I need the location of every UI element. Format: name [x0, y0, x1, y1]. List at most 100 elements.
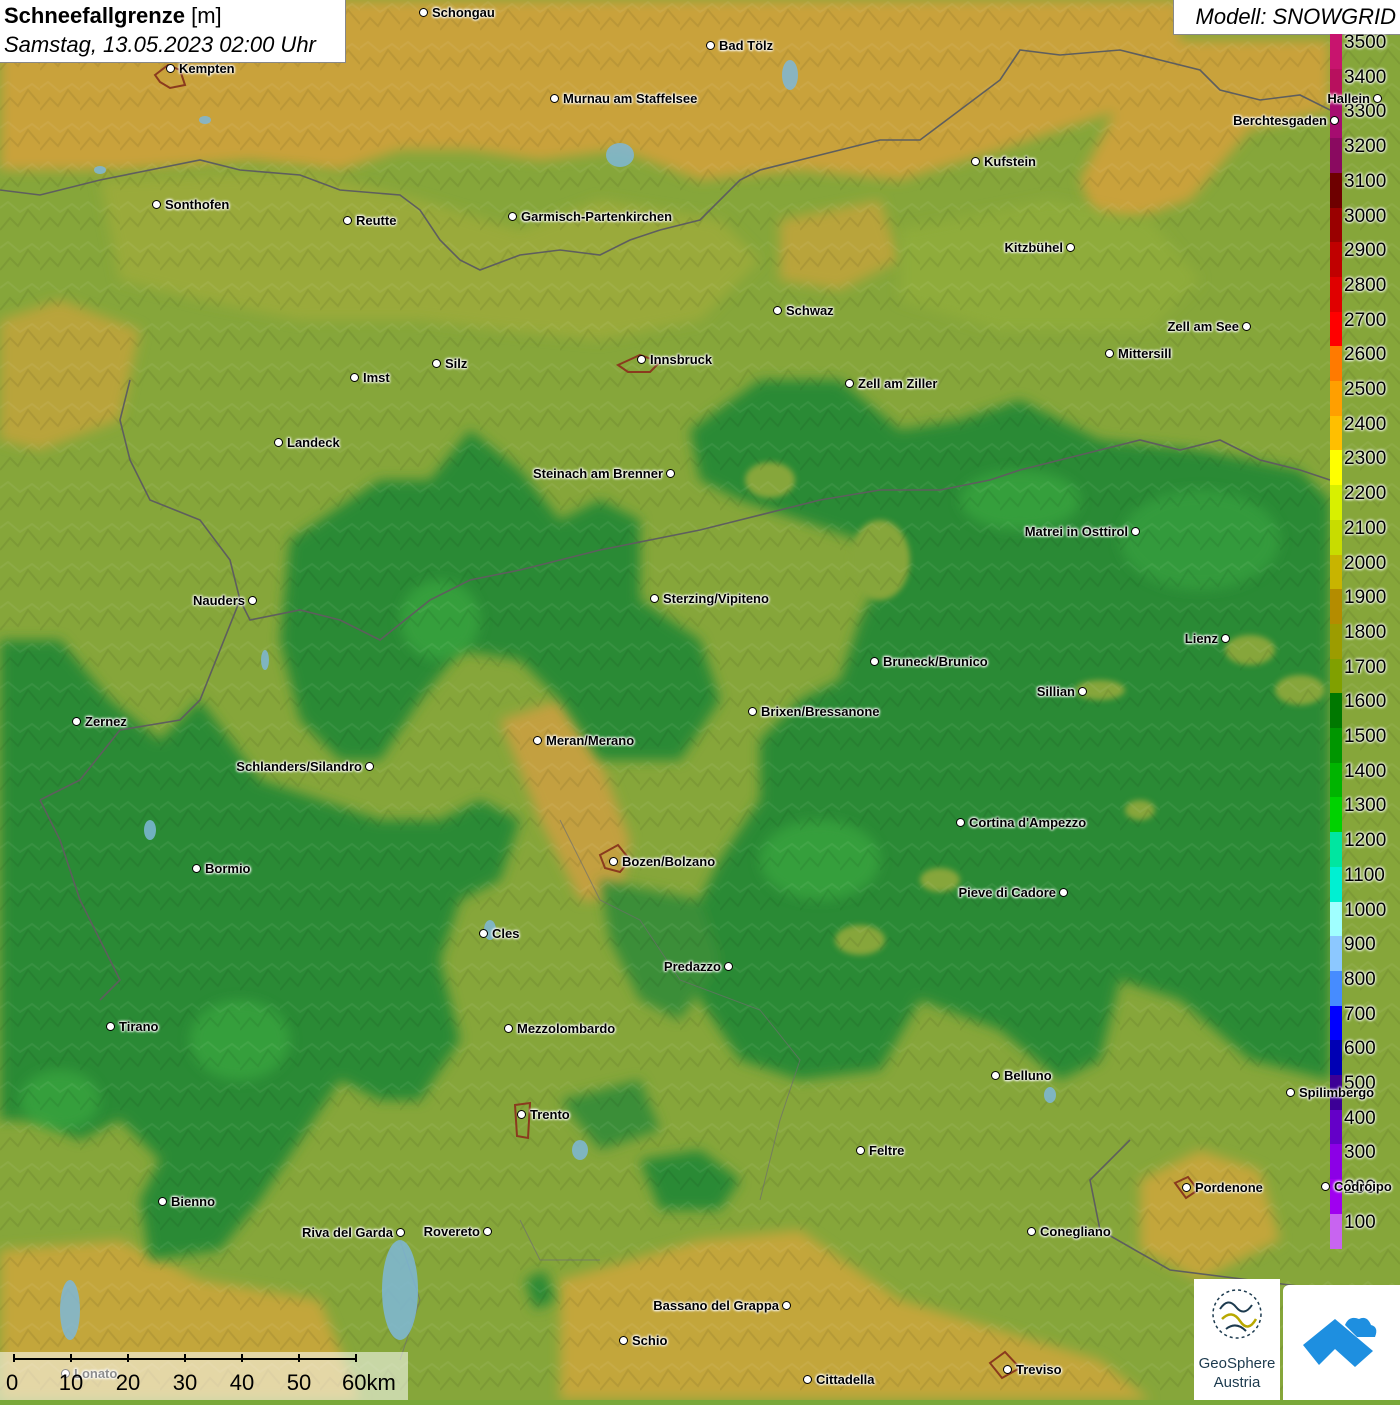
city-marker-bormio	[192, 864, 201, 873]
city-marker-treviso	[1003, 1365, 1012, 1374]
city-label-codroipo[interactable]: Codroipo	[1334, 1179, 1392, 1194]
city-label-silz[interactable]: Silz	[445, 356, 467, 371]
city-marker-bienno	[158, 1197, 167, 1206]
city-label-bozen-bolzano[interactable]: Bozen/Bolzano	[622, 854, 715, 869]
city-marker-sterzing-vipiteno	[650, 594, 659, 603]
city-label-matrei-in-osttirol[interactable]: Matrei in Osttirol	[1025, 524, 1128, 539]
city-label-cortina-d-ampezzo[interactable]: Cortina d'Ampezzo	[969, 815, 1086, 830]
city-marker-spilimbergo	[1286, 1088, 1295, 1097]
city-marker-garmisch-partenkirchen	[508, 212, 517, 221]
city-label-treviso[interactable]: Treviso	[1016, 1362, 1062, 1377]
city-label-lienz[interactable]: Lienz	[1185, 631, 1218, 646]
city-label-innsbruck[interactable]: Innsbruck	[650, 352, 712, 367]
city-label-kempten[interactable]: Kempten	[179, 61, 235, 76]
city-label-tirano[interactable]: Tirano	[119, 1019, 159, 1034]
legend-label-3400: 3400	[1344, 66, 1387, 88]
city-label-garmisch-partenkirchen[interactable]: Garmisch-Partenkirchen	[521, 209, 672, 224]
legend-color-2900	[1330, 242, 1342, 278]
city-marker-schwaz	[773, 306, 782, 315]
city-label-nauders[interactable]: Nauders	[193, 593, 245, 608]
legend-label-3000: 3000	[1344, 205, 1387, 227]
city-label-conegliano[interactable]: Conegliano	[1040, 1224, 1111, 1239]
city-marker-pordenone	[1182, 1183, 1191, 1192]
city-label-kitzb-hel[interactable]: Kitzbühel	[1005, 240, 1064, 255]
legend-color-3000	[1330, 207, 1342, 243]
city-marker-pieve-di-cadore	[1059, 888, 1068, 897]
legend-color-2700	[1330, 311, 1342, 347]
city-label-sonthofen[interactable]: Sonthofen	[165, 197, 229, 212]
legend-label-2500: 2500	[1344, 379, 1387, 400]
app-logo[interactable]	[1283, 1285, 1400, 1400]
city-marker-sonthofen	[152, 200, 161, 209]
city-label-berchtesgaden[interactable]: Berchtesgaden	[1233, 113, 1327, 128]
legend-label-900: 900	[1344, 934, 1376, 956]
city-label-reutte[interactable]: Reutte	[356, 213, 396, 228]
city-label-rovereto[interactable]: Rovereto	[424, 1224, 480, 1239]
legend-color-2800	[1330, 276, 1342, 313]
scale-tick	[184, 1354, 186, 1362]
city-label-brixen-bressanone[interactable]: Brixen/Bressanone	[761, 704, 880, 719]
city-label-feltre[interactable]: Feltre	[869, 1143, 904, 1158]
city-label-schongau[interactable]: Schongau	[432, 5, 495, 20]
legend-color-2600	[1330, 346, 1342, 382]
legend-label-2300: 2300	[1344, 448, 1387, 470]
city-label-bad-t-lz[interactable]: Bad Tölz	[719, 38, 773, 53]
legend-label-1600: 1600	[1344, 691, 1387, 713]
title-panel: Schneefallgrenze [m] Samstag, 13.05.2023…	[0, 0, 346, 63]
city-label-riva-del-garda[interactable]: Riva del Garda	[302, 1225, 393, 1240]
city-marker-landeck	[274, 438, 283, 447]
city-label-meran-merano[interactable]: Meran/Merano	[546, 733, 634, 748]
city-marker-schongau	[419, 8, 428, 17]
city-label-bassano-del-grappa[interactable]: Bassano del Grappa	[653, 1298, 779, 1313]
city-marker-matrei-in-osttirol	[1131, 527, 1140, 536]
city-label-schio[interactable]: Schio	[632, 1333, 667, 1348]
city-label-cittadella[interactable]: Cittadella	[816, 1372, 875, 1387]
city-label-murnau-am-staffelsee[interactable]: Murnau am Staffelsee	[563, 91, 697, 106]
city-label-bruneck-brunico[interactable]: Bruneck/Brunico	[883, 654, 988, 669]
geosphere-logo[interactable]: GeoSphere Austria	[1194, 1279, 1280, 1400]
city-marker-steinach-am-brenner	[666, 469, 675, 478]
legend-color-300	[1330, 1144, 1342, 1180]
city-label-cles[interactable]: Cles	[492, 926, 519, 941]
city-label-hallein[interactable]: Hallein	[1327, 91, 1370, 106]
legend-color-3500	[1330, 34, 1342, 70]
city-label-zell-am-ziller[interactable]: Zell am Ziller	[858, 376, 937, 391]
city-label-pordenone[interactable]: Pordenone	[1195, 1180, 1263, 1195]
city-label-zell-am-see[interactable]: Zell am See	[1167, 319, 1239, 334]
city-label-imst[interactable]: Imst	[363, 370, 390, 385]
legend-color-1000	[1330, 901, 1342, 937]
city-label-schwaz[interactable]: Schwaz	[786, 303, 834, 318]
city-marker-kitzb-hel	[1066, 243, 1075, 252]
city-marker-silz	[432, 359, 441, 368]
city-label-mittersill[interactable]: Mittersill	[1118, 346, 1171, 361]
scale-label-60km: 60km	[342, 1370, 396, 1395]
city-label-predazzo[interactable]: Predazzo	[664, 959, 721, 974]
city-label-pieve-di-cadore[interactable]: Pieve di Cadore	[958, 885, 1056, 900]
city-label-mezzolombardo[interactable]: Mezzolombardo	[517, 1021, 615, 1036]
legend-label-1300: 1300	[1344, 795, 1387, 817]
legend-label-2200: 2200	[1344, 483, 1387, 505]
city-label-landeck[interactable]: Landeck	[287, 435, 340, 450]
city-label-zernez[interactable]: Zernez	[85, 714, 127, 729]
title-unit: [m]	[191, 3, 222, 28]
city-label-schlanders-silandro[interactable]: Schlanders/Silandro	[236, 759, 362, 774]
city-marker-innsbruck	[637, 355, 646, 364]
legend-label-300: 300	[1344, 1142, 1376, 1164]
legend-color-600	[1330, 1040, 1342, 1076]
city-label-sterzing-vipiteno[interactable]: Sterzing/Vipiteno	[663, 591, 769, 606]
city-label-trento[interactable]: Trento	[530, 1107, 570, 1122]
city-label-bormio[interactable]: Bormio	[205, 861, 251, 876]
city-marker-zernez	[72, 717, 81, 726]
city-label-belluno[interactable]: Belluno	[1004, 1068, 1052, 1083]
city-marker-predazzo	[724, 962, 733, 971]
city-marker-rovereto	[483, 1227, 492, 1236]
city-label-bienno[interactable]: Bienno	[171, 1194, 215, 1209]
city-label-sillian[interactable]: Sillian	[1037, 684, 1075, 699]
city-label-steinach-am-brenner[interactable]: Steinach am Brenner	[533, 466, 663, 481]
city-marker-riva-del-garda	[396, 1228, 405, 1237]
city-label-spilimbergo[interactable]: Spilimbergo	[1299, 1085, 1374, 1100]
city-marker-zell-am-see	[1242, 322, 1251, 331]
city-label-kufstein[interactable]: Kufstein	[984, 154, 1036, 169]
legend-label-100: 100	[1344, 1211, 1376, 1233]
legend-color-400	[1330, 1109, 1342, 1145]
